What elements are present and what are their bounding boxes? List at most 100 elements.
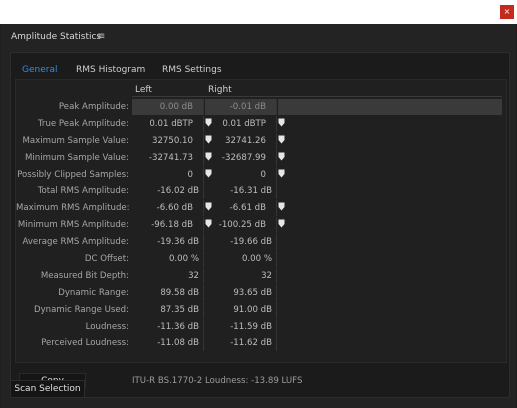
left-value-cell: 0.00 % — [132, 251, 204, 268]
right-value: -100.25 dB — [218, 220, 266, 231]
panel-content: General RMS Histogram RMS Settings Left … — [10, 52, 510, 398]
left-value: 32 — [188, 270, 199, 281]
row-filler — [278, 183, 502, 199]
tab-rms-histogram[interactable]: RMS Histogram — [76, 60, 145, 80]
right-value: -16.31 dB — [230, 186, 272, 197]
table-row[interactable]: Dynamic Range Used: 87.35 dB 91.00 dB — [16, 301, 506, 319]
row-filler — [278, 335, 502, 351]
table-row[interactable]: Loudness: -11.36 dB -11.59 dB — [16, 318, 506, 336]
row-label: Perceived Loudness: — [41, 338, 129, 349]
right-value: -32687.99 — [221, 152, 266, 163]
left-value: -11.08 dB — [157, 338, 199, 349]
close-button[interactable]: × — [500, 5, 514, 19]
table-row[interactable]: Maximum RMS Amplitude: -6.60 dB -6.61 dB — [16, 200, 506, 217]
row-label: Possibly Clipped Samples: — [17, 169, 129, 180]
left-value-cell: -16.02 dB — [132, 183, 204, 200]
right-value: 93.65 dB — [233, 287, 272, 298]
scan-selection-button[interactable]: Scan Selection — [10, 380, 85, 398]
left-value: -96.18 dB — [151, 220, 193, 231]
left-value: -19.36 dB — [157, 237, 199, 248]
window-titlebar: × — [0, 0, 517, 24]
left-value: 0.00 dB — [159, 102, 193, 112]
right-value-cell: 91.00 dB — [205, 301, 277, 318]
table-row[interactable]: Total RMS Amplitude: -16.02 dB -16.31 dB — [16, 183, 506, 200]
left-value-cell: -96.18 dB — [132, 217, 212, 234]
row-filler — [278, 150, 502, 166]
right-value-cell: 32 — [205, 267, 277, 284]
left-value-cell: 32750.10 — [132, 132, 212, 149]
row-label: Measured Bit Depth: — [40, 270, 129, 281]
row-label: DC Offset: — [84, 254, 129, 265]
right-value-cell: -19.66 dB — [205, 234, 277, 251]
left-value: 89.58 dB — [160, 287, 199, 298]
row-label: Minimum RMS Amplitude: — [17, 220, 129, 231]
row-filler — [278, 99, 502, 115]
row-label: Minimum Sample Value: — [24, 152, 129, 163]
left-value-cell: -11.36 dB — [132, 318, 204, 335]
row-filler — [278, 116, 502, 132]
left-value-cell: 0.01 dBTP — [132, 115, 212, 132]
statistics-rows: Peak Amplitude: 0.00 dB -0.01 dB True Peak … — [16, 99, 506, 352]
right-value-cell: 93.65 dB — [205, 284, 277, 301]
left-value: 0 — [187, 169, 193, 180]
left-value: 0.01 dBTP — [149, 118, 193, 129]
panel-header: Amplitude Statistics ≡ — [1, 24, 516, 50]
left-value: -32741.73 — [148, 152, 193, 163]
amplitude-statistics-panel: Amplitude Statistics ≡ General RMS Histo… — [1, 24, 516, 408]
right-value: -11.59 dB — [230, 321, 272, 332]
table-row[interactable]: Peak Amplitude: 0.00 dB -0.01 dB — [16, 99, 506, 116]
row-label: Maximum RMS Amplitude: — [16, 203, 130, 214]
left-value-cell: 0 — [132, 166, 212, 183]
right-value: 32 — [261, 270, 272, 281]
left-value: 0.00 % — [168, 254, 199, 265]
left-value-cell: 87.35 dB — [132, 301, 204, 318]
row-label: Average RMS Amplitude: — [22, 237, 129, 248]
table-row[interactable]: Average RMS Amplitude: -19.36 dB -19.66 dB — [16, 234, 506, 251]
right-value-cell: -11.59 dB — [205, 318, 277, 335]
table-row[interactable]: Minimum Sample Value: -32741.73 -32687.99 — [16, 149, 506, 167]
left-value-cell: 0.00 dB — [132, 99, 212, 115]
table-row[interactable]: Measured Bit Depth: 32 32 — [16, 267, 506, 285]
copy-row: Copy ITU-R BS.1770-2 Loudness: -13.89 LU… — [15, 371, 507, 391]
row-label: True Peak Amplitude: — [37, 118, 129, 129]
row-filler — [278, 234, 502, 250]
left-value-cell: -6.60 dB — [132, 200, 212, 217]
left-value-cell: -19.36 dB — [132, 234, 204, 251]
right-value: -0.01 dB — [229, 102, 266, 112]
table-row[interactable]: Perceived Loudness: -11.08 dB -11.62 dB — [16, 335, 506, 352]
column-headers: Left Right — [132, 85, 502, 97]
right-value: 0.00 % — [241, 254, 272, 265]
table-row[interactable]: Minimum RMS Amplitude: -96.18 dB -100.25 d… — [16, 217, 506, 234]
right-value-cell: -11.62 dB — [205, 335, 277, 352]
right-value: 32741.26 — [224, 135, 266, 146]
panel-menu-icon[interactable]: ≡ — [97, 31, 105, 42]
table-row[interactable]: DC Offset: 0.00 % 0.00 % — [16, 251, 506, 268]
left-value-cell: 32 — [132, 267, 204, 284]
column-header-right: Right — [208, 85, 232, 95]
table-row[interactable]: Maximum Sample Value: 32750.10 32741.26 — [16, 132, 506, 150]
left-value-cell: 89.58 dB — [132, 284, 204, 301]
row-filler — [278, 285, 502, 301]
left-value-cell: -11.08 dB — [132, 335, 204, 352]
row-label: Loudness: — [85, 321, 129, 332]
statistics-table: Left Right Peak Amplitude: 0.00 dB -0.01 d… — [15, 79, 507, 363]
left-value: -6.60 dB — [156, 203, 193, 214]
table-row[interactable]: Dynamic Range: 89.58 dB 93.65 dB — [16, 284, 506, 302]
left-value: -11.36 dB — [157, 321, 199, 332]
row-filler — [278, 167, 502, 183]
right-value-cell: -100.25 dB — [205, 217, 285, 234]
row-filler — [278, 268, 502, 284]
table-row[interactable]: Possibly Clipped Samples: 0 0 — [16, 166, 506, 184]
right-value: 0 — [260, 169, 266, 180]
right-value-cell: -16.31 dB — [205, 183, 277, 200]
row-filler — [278, 251, 502, 267]
row-filler — [278, 302, 502, 318]
tab-rms-settings[interactable]: RMS Settings — [162, 60, 222, 80]
table-row[interactable]: True Peak Amplitude: 0.01 dBTP 0.01 dBTP — [16, 115, 506, 133]
left-value: 32750.10 — [151, 135, 193, 146]
right-value: -19.66 dB — [230, 237, 272, 248]
right-value-cell: 32741.26 — [205, 132, 285, 149]
right-value: 0.01 dBTP — [222, 118, 266, 129]
row-filler — [278, 217, 502, 233]
tab-general[interactable]: General — [22, 60, 57, 80]
